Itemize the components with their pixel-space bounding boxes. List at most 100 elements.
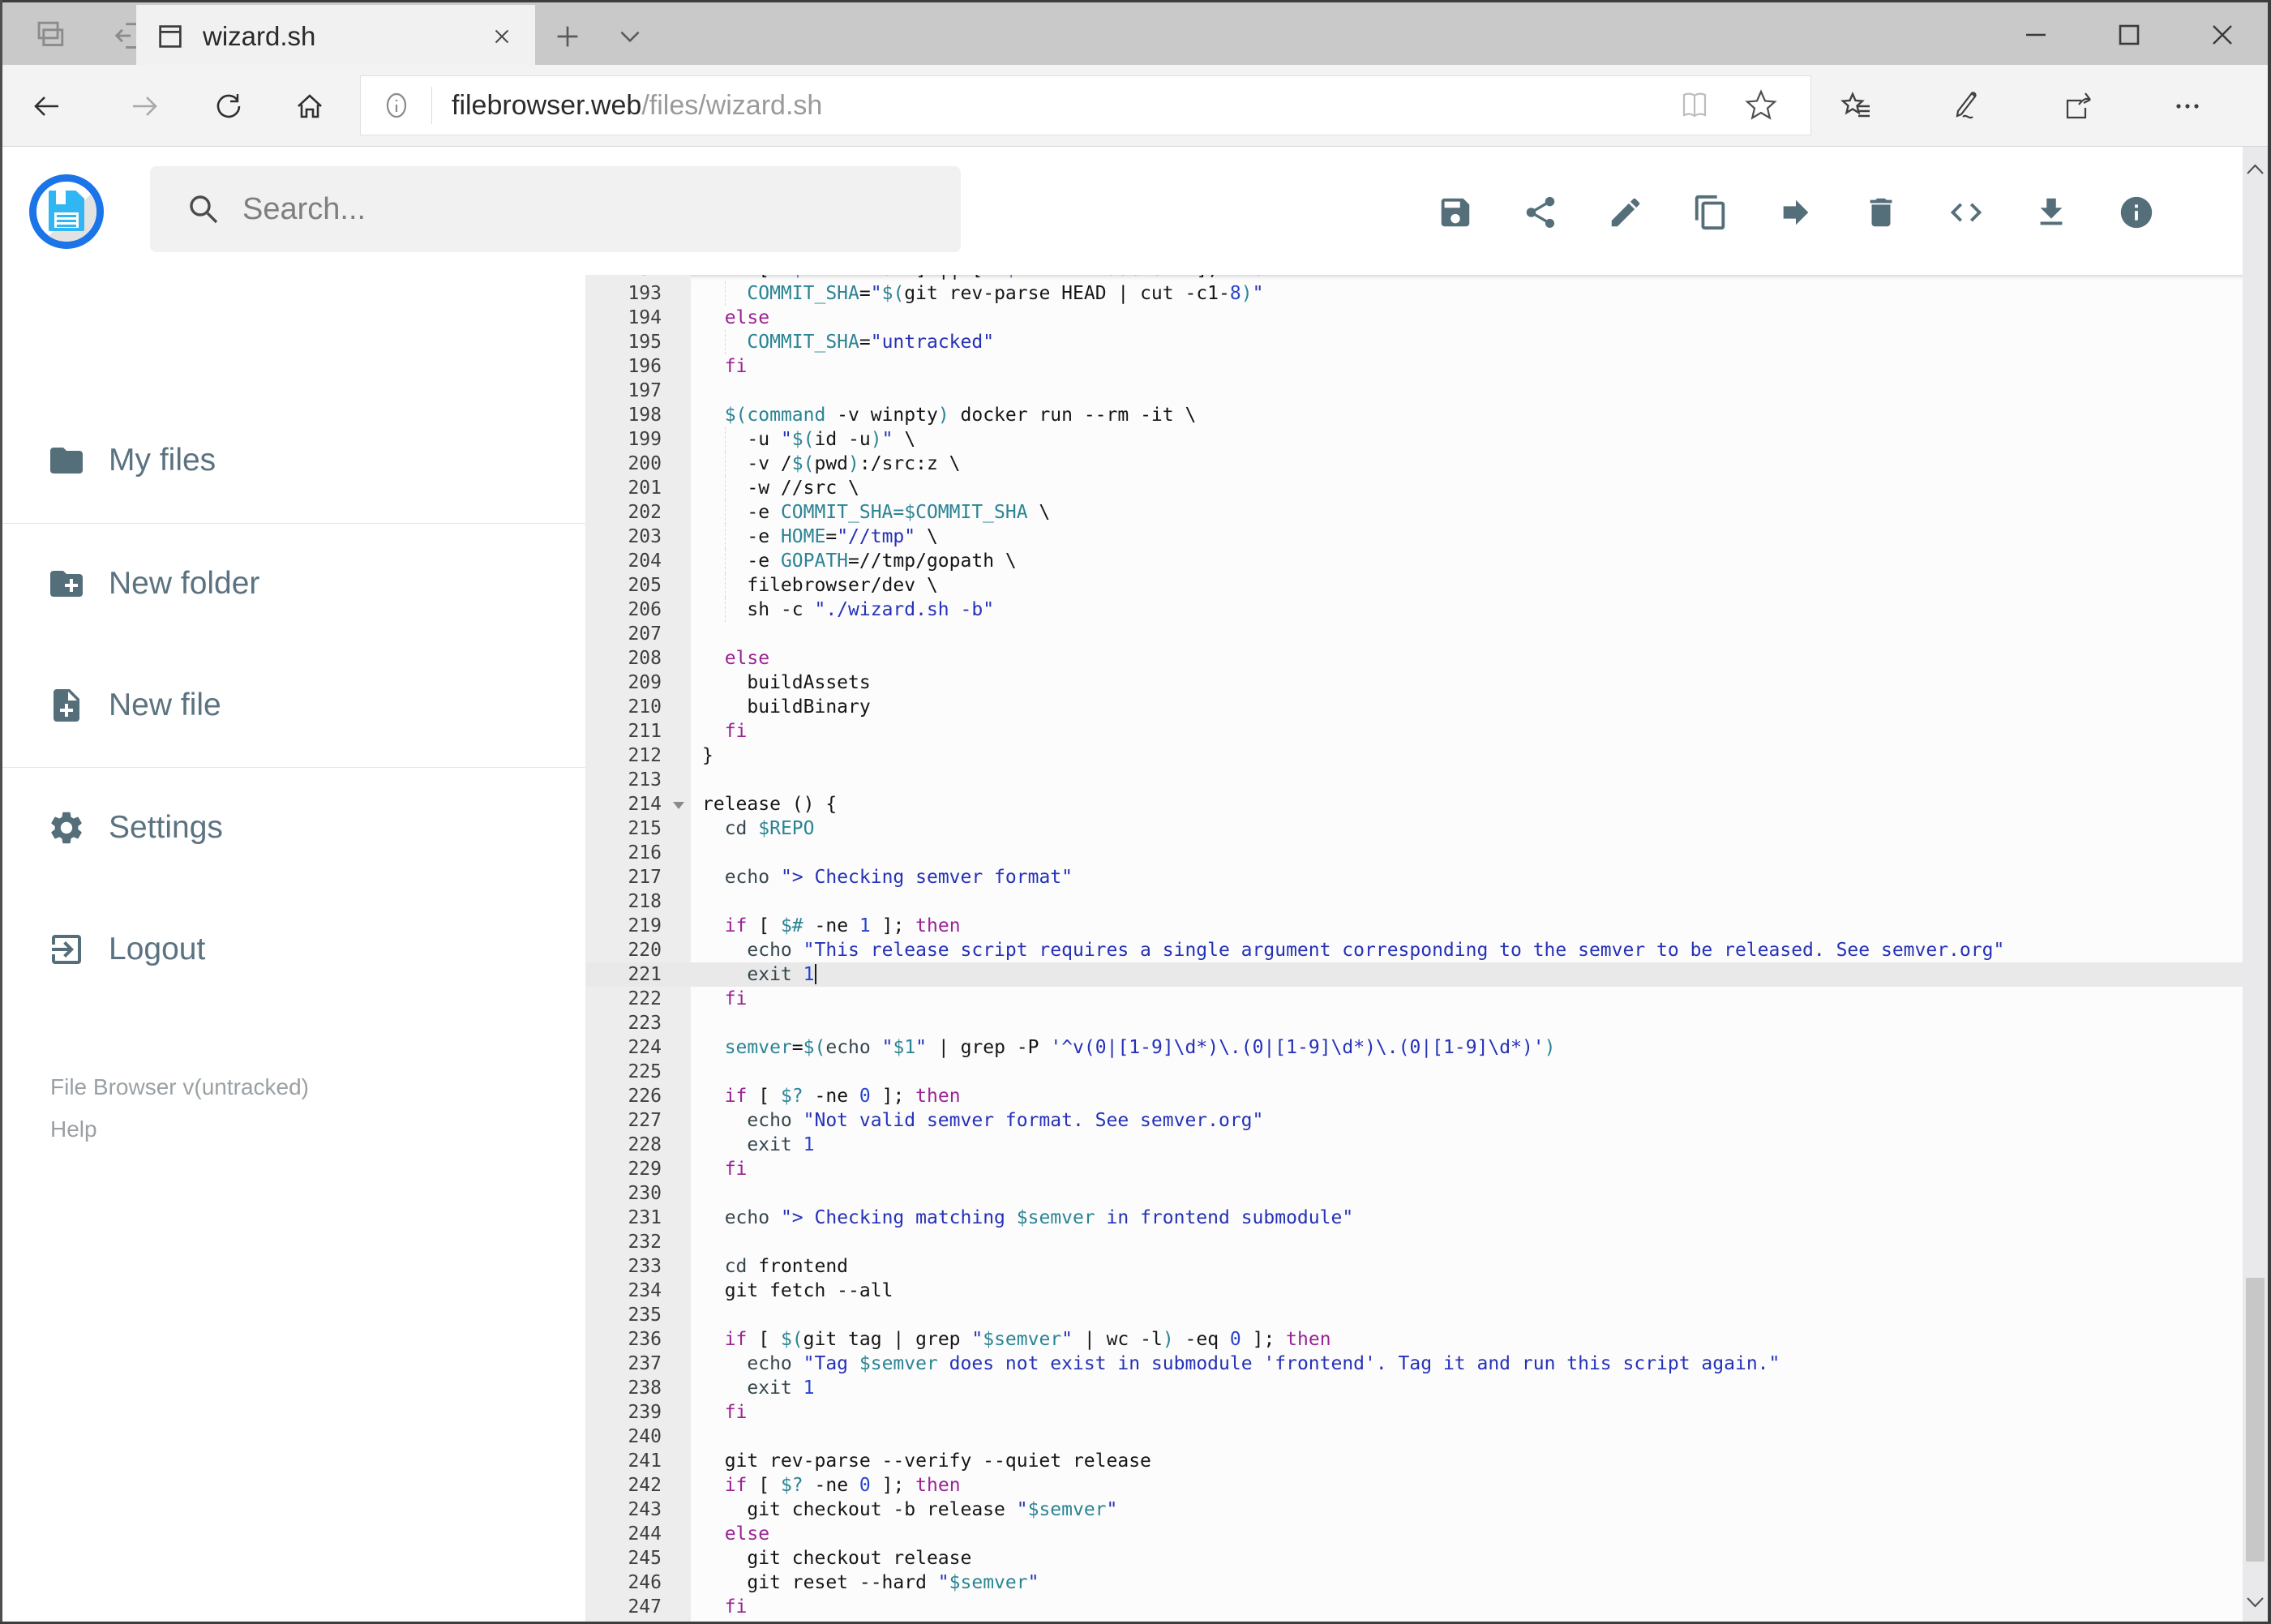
ink-note-icon[interactable] <box>1950 90 1982 122</box>
code-line[interactable]: echo "This release script requires a sin… <box>691 938 2243 962</box>
code-line[interactable] <box>691 622 2243 646</box>
code-line[interactable]: git reset --hard "$semver" <box>691 1570 2243 1595</box>
search-box[interactable] <box>150 166 961 252</box>
sidebar-item-new-folder[interactable]: New folder <box>0 545 585 623</box>
code-line[interactable] <box>691 841 2243 865</box>
download-button[interactable] <box>2033 194 2070 231</box>
code-line[interactable]: git checkout release <box>691 1546 2243 1570</box>
code-line[interactable]: else <box>691 306 2243 330</box>
code-line[interactable]: fi <box>691 987 2243 1011</box>
scroll-down-icon[interactable] <box>2243 1586 2268 1618</box>
scroll-up-icon[interactable] <box>2243 153 2268 186</box>
window-maximize-button[interactable] <box>2111 19 2147 51</box>
copy-button[interactable] <box>1692 194 1729 231</box>
code-line[interactable]: buildAssets <box>691 671 2243 695</box>
code-line[interactable]: filebrowser/dev \ <box>691 573 2243 598</box>
code-line[interactable]: fi <box>691 1157 2243 1181</box>
filebrowser-logo-icon[interactable] <box>29 174 104 249</box>
reading-view-icon[interactable] <box>1678 88 1712 122</box>
code-line[interactable]: $(command -v winpty) docker run --rm -it… <box>691 403 2243 427</box>
forward-icon[interactable] <box>128 90 161 122</box>
code-line[interactable]: if [ $? -ne 0 ]; then <box>691 1084 2243 1108</box>
code-line[interactable]: git fetch --all <box>691 1279 2243 1303</box>
code-line[interactable] <box>691 768 2243 792</box>
sidebar-item-new-file[interactable]: New file <box>0 666 585 744</box>
code-line[interactable]: git rev-parse --verify --quiet release <box>691 1449 2243 1473</box>
code-line[interactable]: -u "$(id -u)" \ <box>691 427 2243 452</box>
code-line[interactable]: -e GOPATH=//tmp/gopath \ <box>691 549 2243 573</box>
code-line[interactable]: COMMIT_SHA="$(git rev-parse HEAD | cut -… <box>691 281 2243 306</box>
new-tab-icon[interactable] <box>553 22 582 51</box>
refresh-icon[interactable] <box>212 90 245 122</box>
code-line[interactable]: else <box>691 646 2243 671</box>
code-line[interactable] <box>691 1425 2243 1449</box>
code-line[interactable] <box>691 1060 2243 1084</box>
code-line[interactable]: sh -c "./wizard.sh -b" <box>691 598 2243 622</box>
code-line[interactable]: fi <box>691 1595 2243 1619</box>
code-line[interactable]: git checkout -b release "$semver" <box>691 1498 2243 1522</box>
code-line[interactable]: if [ "$1" = "-d" ] || [ "$1" = "--docker… <box>691 275 2243 281</box>
code-line[interactable] <box>691 889 2243 914</box>
sidebar-item-logout[interactable]: Logout <box>0 911 585 988</box>
scrollbar-thumb[interactable] <box>2246 1278 2265 1562</box>
code-line[interactable]: echo "> Checking matching $semver in fro… <box>691 1206 2243 1230</box>
window-close-button[interactable] <box>2205 19 2240 51</box>
sidebar-item-my-files[interactable]: My files <box>0 422 585 499</box>
code-line[interactable] <box>691 1230 2243 1254</box>
code-line[interactable]: else <box>691 1522 2243 1546</box>
code-line[interactable]: release () { <box>691 792 2243 816</box>
share-button[interactable] <box>1522 194 1559 231</box>
move-button[interactable] <box>1777 194 1815 231</box>
code-line[interactable]: fi <box>691 1400 2243 1425</box>
code-line[interactable]: echo "Not valid semver format. See semve… <box>691 1108 2243 1133</box>
code-line[interactable]: COMMIT_SHA="untracked" <box>691 330 2243 354</box>
code-line[interactable]: exit 1 <box>691 962 2243 987</box>
tab-preview-icon[interactable] <box>31 17 68 54</box>
code-line[interactable]: exit 1 <box>691 1133 2243 1157</box>
search-input[interactable] <box>242 191 961 227</box>
save-button[interactable] <box>1437 194 1474 231</box>
code-line[interactable]: cd frontend <box>691 1254 2243 1279</box>
code-line[interactable]: semver=$(echo "$1" | grep -P '^v(0|[1-9]… <box>691 1035 2243 1060</box>
page-scrollbar[interactable] <box>2243 147 2268 1622</box>
code-line[interactable]: if [ $# -ne 1 ]; then <box>691 914 2243 938</box>
delete-button[interactable] <box>1862 194 1900 231</box>
favorites-hub-icon[interactable] <box>1840 90 1873 122</box>
code-line[interactable] <box>691 1303 2243 1327</box>
back-icon[interactable] <box>31 90 63 122</box>
code-line[interactable]: -v /$(pwd):/src:z \ <box>691 452 2243 476</box>
home-icon[interactable] <box>294 90 326 122</box>
code-line[interactable]: -w //src \ <box>691 476 2243 500</box>
more-menu-icon[interactable] <box>2171 90 2204 122</box>
code-line[interactable]: echo "Tag $semver does not exist in subm… <box>691 1352 2243 1376</box>
code-line[interactable]: -e HOME="//tmp" \ <box>691 525 2243 549</box>
tab-list-chevron-icon[interactable] <box>616 27 644 46</box>
favorite-star-icon[interactable] <box>1744 88 1778 122</box>
code-line[interactable]: echo "> Checking semver format" <box>691 865 2243 889</box>
code-line[interactable] <box>691 1181 2243 1206</box>
browser-tab[interactable]: wizard.sh <box>136 5 535 67</box>
site-info-icon[interactable] <box>361 87 432 124</box>
code-line[interactable]: -e COMMIT_SHA=$COMMIT_SHA \ <box>691 500 2243 525</box>
code-line[interactable]: fi <box>691 719 2243 743</box>
sidebar-item-settings[interactable]: Settings <box>0 789 585 867</box>
code-view-button[interactable] <box>1947 194 1985 231</box>
code-line[interactable]: if [ $(git tag | grep "$semver" | wc -l)… <box>691 1327 2243 1352</box>
code-line[interactable]: cd $REPO <box>691 816 2243 841</box>
edit-button[interactable] <box>1607 194 1644 231</box>
code-line[interactable] <box>691 1011 2243 1035</box>
code-line[interactable]: } <box>691 743 2243 768</box>
window-minimize-button[interactable] <box>2018 19 2054 51</box>
code-line[interactable]: exit 1 <box>691 1376 2243 1400</box>
share-page-icon[interactable] <box>2061 90 2093 122</box>
code-line[interactable]: if [ $? -ne 0 ]; then <box>691 1473 2243 1498</box>
code-line[interactable] <box>691 379 2243 403</box>
code-line[interactable]: fi <box>691 354 2243 379</box>
fold-arrow-icon[interactable] <box>673 802 684 809</box>
help-link[interactable]: Help <box>50 1108 309 1151</box>
code-editor[interactable]: 192 193 194 195 196 197 198 199 200 201 202 203 204 2… <box>585 275 2243 1624</box>
info-button[interactable] <box>2118 194 2155 231</box>
code-line[interactable]: buildBinary <box>691 695 2243 719</box>
tab-close-icon[interactable] <box>490 24 514 49</box>
editor-code[interactable]: if [ "$1" = "-d" ] || [ "$1" = "--docker… <box>691 275 2243 1624</box>
